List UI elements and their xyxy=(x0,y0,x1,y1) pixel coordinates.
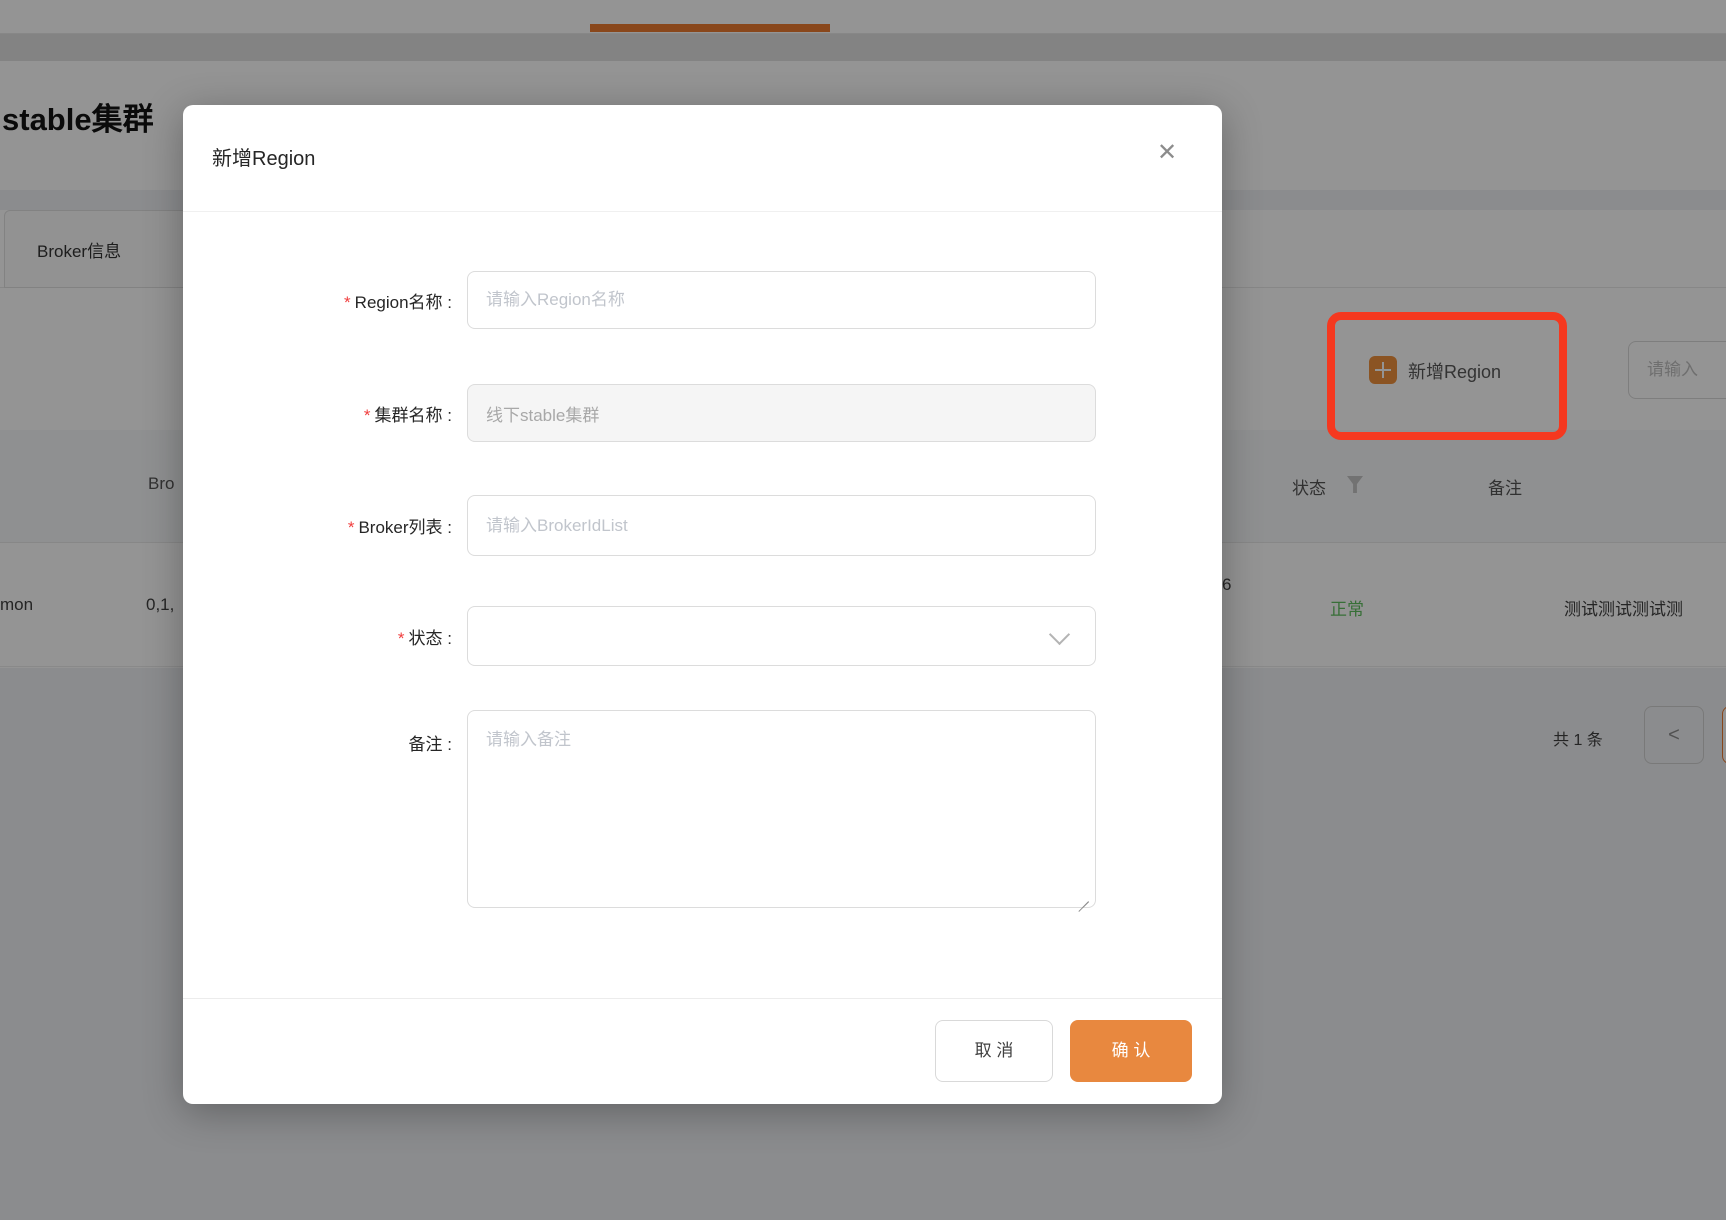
remark-textarea[interactable] xyxy=(467,710,1096,908)
label-region-name: *Region名称 : xyxy=(192,288,452,313)
label-cluster-name: *集群名称 : xyxy=(192,401,452,426)
status-select[interactable] xyxy=(467,606,1096,666)
confirm-button[interactable]: 确 认 xyxy=(1070,1020,1192,1082)
modal-title: 新增Region xyxy=(212,142,315,171)
required-asterisk: * xyxy=(348,518,355,537)
broker-list-input[interactable] xyxy=(467,495,1096,556)
modal-header-divider xyxy=(183,211,1222,212)
chevron-down-icon xyxy=(1049,624,1070,645)
resize-handle-icon[interactable] xyxy=(1075,888,1091,904)
label-broker-list: *Broker列表 : xyxy=(192,513,452,538)
screen: stable集群 Broker信息 新增Region Bro 状态 备注 mon… xyxy=(0,0,1726,1220)
add-region-modal: 新增Region ✕ *Region名称 : *集群名称 : *Broker列表… xyxy=(183,105,1222,1104)
close-icon[interactable]: ✕ xyxy=(1149,135,1185,171)
label-status: *状态 : xyxy=(192,624,452,649)
cluster-name-input xyxy=(467,384,1096,442)
required-asterisk: * xyxy=(398,629,405,648)
annotation-highlight-box xyxy=(1327,312,1567,440)
region-name-input[interactable] xyxy=(467,271,1096,329)
modal-footer-divider xyxy=(183,998,1222,999)
label-remark: 备注 : xyxy=(192,730,452,755)
required-asterisk: * xyxy=(344,293,351,312)
cancel-button[interactable]: 取 消 xyxy=(935,1020,1053,1082)
required-asterisk: * xyxy=(364,406,371,425)
